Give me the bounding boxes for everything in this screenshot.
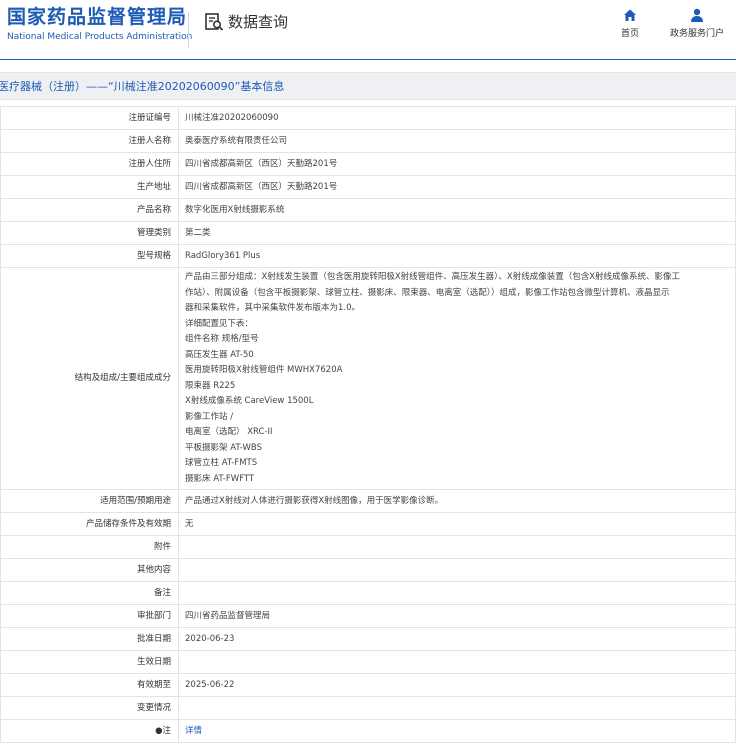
- structure-line: 作站）、附属设备（包含平板摄影架、球管立柱、摄影床、限束器、电离室（选配））组成…: [185, 287, 670, 298]
- row-value: RadGlory361 Plus: [178, 244, 736, 268]
- table-row-note: ●注 详情: [0, 719, 736, 743]
- row-value: 2025-06-22: [178, 673, 736, 697]
- table-row: 批准日期 2020-06-23: [0, 627, 736, 651]
- row-label: 备注: [0, 581, 179, 605]
- table-row: 产品储存条件及有效期无: [0, 512, 736, 536]
- structure-line: X射线成像系统 CareView 1500L: [185, 396, 314, 406]
- record-title-bar: 医疗器械（注册）——“川械注准20202060090”基本信息: [0, 72, 736, 100]
- structure-line: 摄影床 AT-FWFTT: [185, 473, 255, 484]
- structure-line: 平板摄影架 AT-WBS: [185, 442, 262, 453]
- structure-line: 器和采集软件，其中采集软件发布版本为1.0。: [185, 303, 361, 313]
- row-label: 附件: [0, 535, 179, 559]
- site-logo[interactable]: 国家药品监督管理局 National Medical Products Admi…: [7, 5, 192, 43]
- structure-line: 组件名称 规格/型号: [185, 334, 259, 344]
- row-value: [178, 581, 736, 605]
- row-value: 四川省成都高新区（西区）天勤路201号: [178, 152, 736, 176]
- structure-line: 高压发生器 AT-50: [185, 349, 254, 360]
- row-label: 注册人名称: [0, 129, 179, 153]
- nav-home-label: 首页: [620, 29, 639, 39]
- row-label: 结构及组成/主要组成成分: [0, 267, 179, 490]
- structure-line: 产品由三部分组成：X射线发生装置（包含医用旋转阳极X射线管组件、高压发生器）、X…: [185, 272, 681, 282]
- structure-line: 医用旋转阳极X射线管组件 MWHX7620A: [185, 365, 343, 375]
- data-query-label: 数据查询: [228, 13, 289, 31]
- home-icon: [624, 9, 636, 21]
- row-label: 注册人住所: [0, 152, 179, 176]
- row-value: 数字化医用X射线摄影系统: [178, 198, 736, 222]
- row-value: 第二类: [178, 221, 736, 245]
- row-value: 2020-06-23: [178, 627, 736, 651]
- table-row: 备注: [0, 581, 736, 605]
- nav-services-label: 政务服务门户: [669, 29, 724, 39]
- row-label: 其他内容: [0, 558, 179, 582]
- nav-home[interactable]: 首页: [617, 7, 643, 39]
- row-label: 产品储存条件及有效期: [0, 512, 179, 536]
- row-value: 产品通过X射线对人体进行摄影获得X射线图像，用于医学影像诊断。: [178, 489, 736, 513]
- table-row: 附件: [0, 535, 736, 559]
- row-value: 四川省成都高新区（西区）天勤路201号: [178, 175, 736, 199]
- table-row: 管理类别 第二类: [0, 221, 736, 245]
- record-title: 医疗器械（注册）——“川械注准20202060090”基本信息: [0, 80, 285, 93]
- row-value: [178, 696, 736, 720]
- table-row: 有效期至 2025-06-22: [0, 673, 736, 697]
- row-value: 无: [178, 512, 736, 536]
- table-row: 型号规格 RadGlory361 Plus: [0, 244, 736, 268]
- note-label: ●注: [0, 719, 179, 743]
- row-label: 生产地址: [0, 175, 179, 199]
- brand-name-en: National Medical Products Administration: [7, 32, 193, 42]
- data-query-link[interactable]: 数据查询: [204, 11, 288, 32]
- table-row: 审批部门 四川省药品监督管理局: [0, 604, 736, 628]
- structure-line: 影像工作站 /: [185, 411, 234, 422]
- structure-line: 限束器 R225: [185, 380, 236, 391]
- row-label: 变更情况: [0, 696, 179, 720]
- row-label: 产品名称: [0, 198, 179, 222]
- table-row: 注册人住所 四川省成都高新区（西区）天勤路201号: [0, 152, 736, 176]
- details-link[interactable]: 详情: [185, 726, 202, 736]
- row-label: 生效日期: [0, 650, 179, 674]
- row-label: 型号规格: [0, 244, 179, 268]
- row-value: [178, 535, 736, 559]
- registration-info-table: 注册证编号 川械注准20202060090 注册人名称 奥泰医疗系统有限责任公司 注…: [0, 106, 736, 743]
- row-label: 批准日期: [0, 627, 179, 651]
- header-underline: [0, 59, 736, 60]
- table-row: 注册人名称 奥泰医疗系统有限责任公司: [0, 129, 736, 153]
- row-value: [178, 558, 736, 582]
- row-value: 川械注准20202060090: [178, 106, 736, 130]
- table-row: 生效日期: [0, 650, 736, 674]
- header-divider: [188, 12, 189, 48]
- search-document-icon: [205, 12, 224, 31]
- row-label: 管理类别: [0, 221, 179, 245]
- brand-name-cn: 国家药品监督管理局: [7, 6, 188, 28]
- table-row-structure: 结构及组成/主要组成成分 产品由三部分组成：X射线发生装置（包含医用旋转阳极X射…: [0, 267, 736, 490]
- structure-line: 球管立柱 AT-FMTS: [185, 458, 258, 468]
- row-label: 审批部门: [0, 604, 179, 628]
- user-icon: [691, 8, 703, 22]
- table-row: 变更情况: [0, 696, 736, 720]
- site-header: 国家药品监督管理局 National Medical Products Admi…: [0, 0, 736, 60]
- table-row: 适用范围/预期用途 产品通过X射线对人体进行摄影获得X射线图像，用于医学影像诊断。: [0, 489, 736, 513]
- structure-line: 电离室（选配） XRC-II: [185, 427, 273, 437]
- row-label: 注册证编号: [0, 106, 179, 130]
- row-value: 奥泰医疗系统有限责任公司: [178, 129, 736, 153]
- table-row: 产品名称 数字化医用X射线摄影系统: [0, 198, 736, 222]
- row-label: 适用范围/预期用途: [0, 489, 179, 513]
- row-value: [178, 650, 736, 674]
- table-row: 其他内容: [0, 558, 736, 582]
- table-row: 生产地址 四川省成都高新区（西区）天勤路201号: [0, 175, 736, 199]
- nav-government-services[interactable]: 政务服务门户: [666, 7, 728, 39]
- table-row: 注册证编号 川械注准20202060090: [0, 106, 736, 130]
- row-label: 有效期至: [0, 673, 179, 697]
- row-value: 四川省药品监督管理局: [178, 604, 736, 628]
- structure-value: 产品由三部分组成：X射线发生装置（包含医用旋转阳极X射线管组件、高压发生器）、X…: [178, 267, 736, 490]
- structure-line: 详细配置见下表：: [185, 318, 254, 329]
